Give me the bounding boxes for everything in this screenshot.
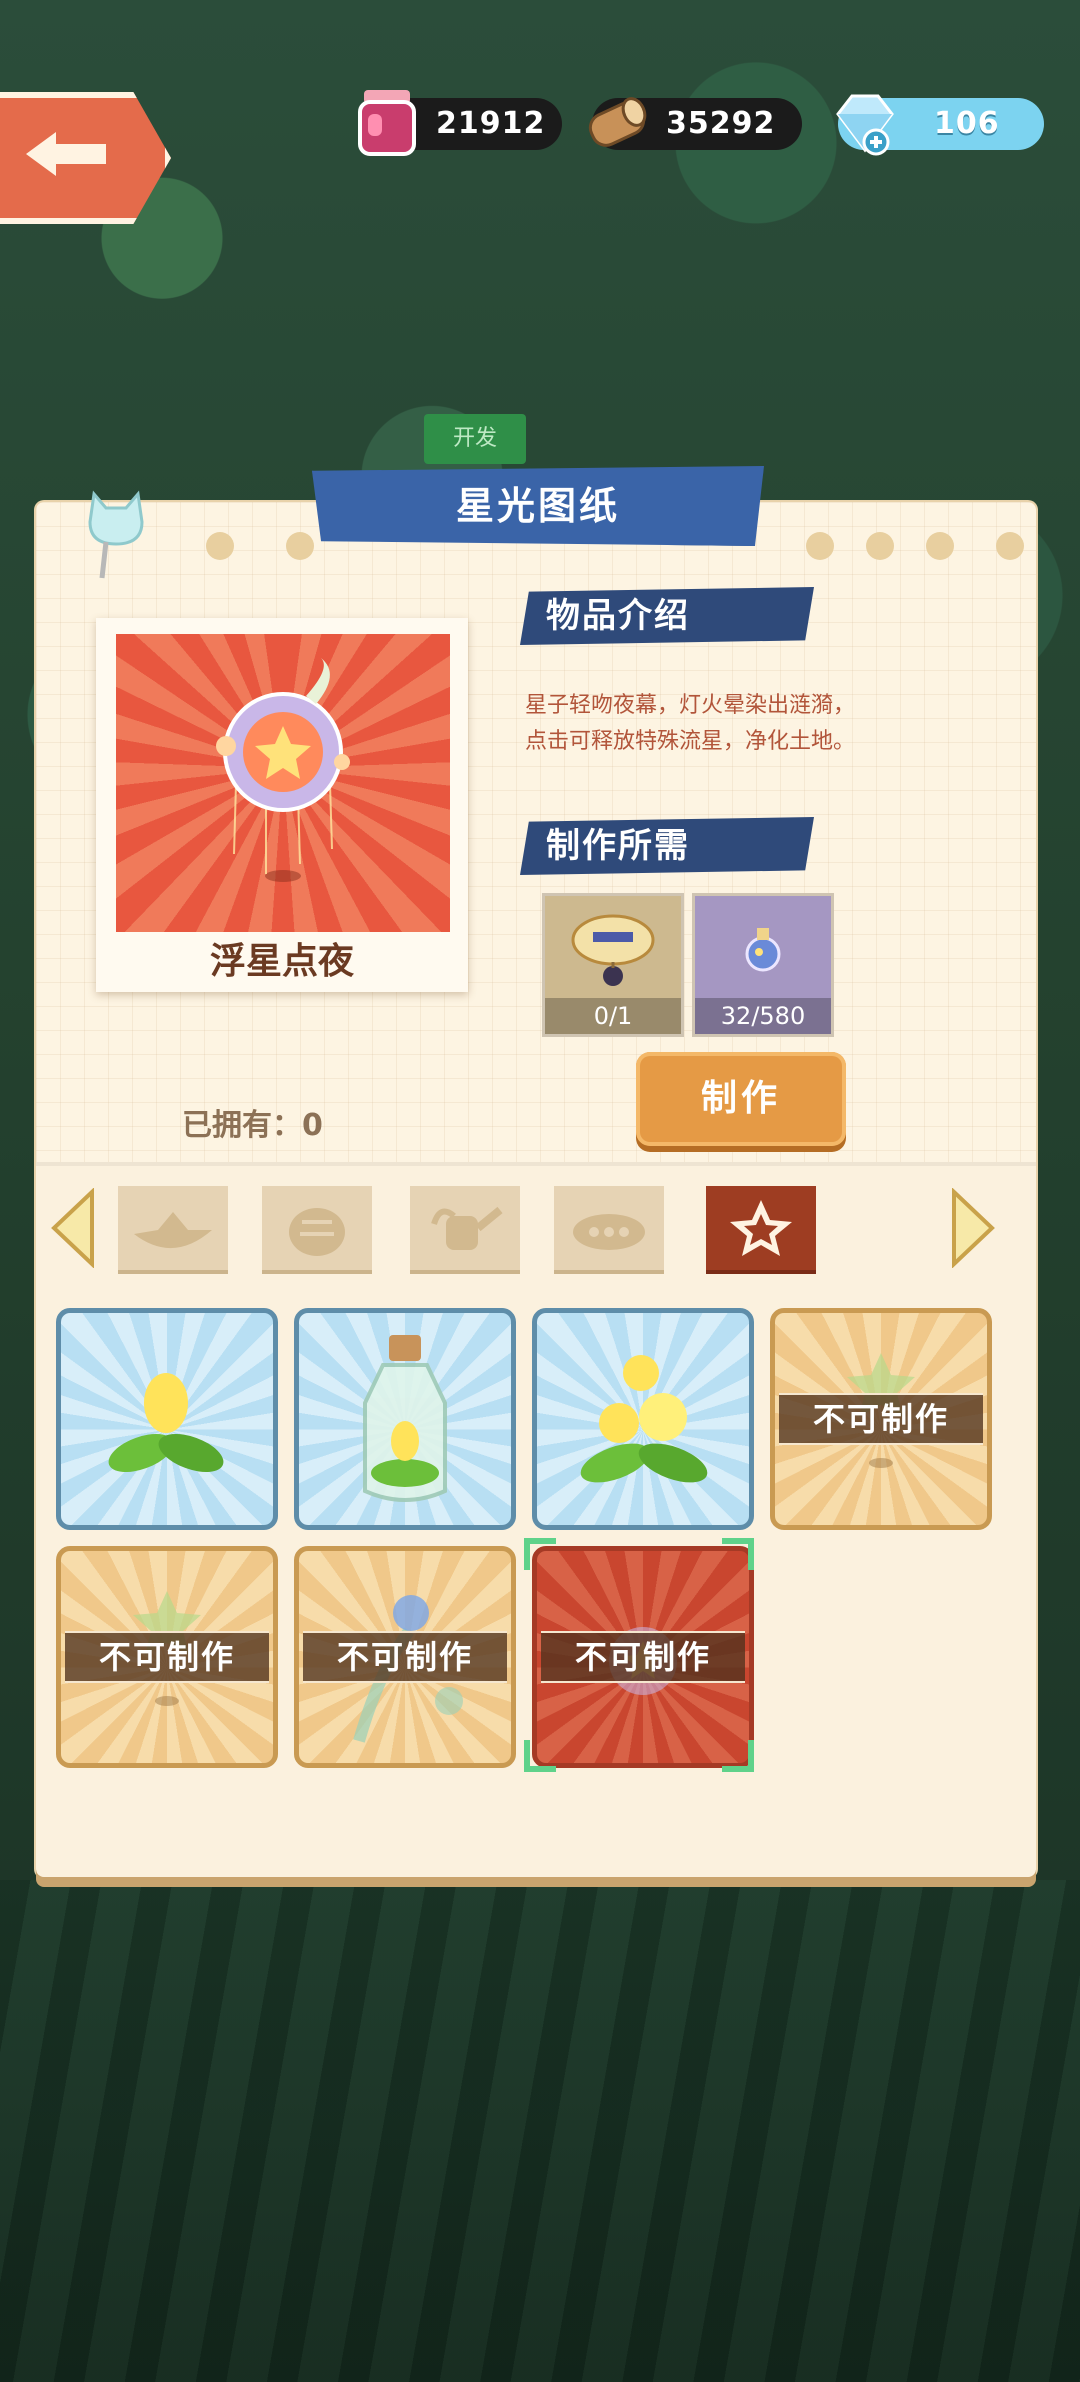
recipe-slot-7[interactable]: 不可制作 (532, 1546, 754, 1768)
recipe-slot-6[interactable]: 不可制作 (294, 1546, 516, 1768)
intro-heading: 物品介绍 (520, 587, 814, 645)
basket-icon (289, 1208, 345, 1256)
star-orb-icon (216, 658, 350, 882)
dev-label[interactable]: 开发 (424, 414, 526, 464)
bottle-sprout-icon (363, 1335, 447, 1502)
lantern-icon (571, 914, 655, 986)
recipe-slot-3[interactable] (532, 1308, 754, 1530)
diamond-icon (836, 94, 894, 156)
material-slot-2[interactable]: 32/580 (692, 893, 834, 1037)
tab-star[interactable] (706, 1186, 816, 1274)
item-description: 星子轻吻夜幕，灯火晕染出涟漪， 点击可释放特殊流星，净化土地。 (525, 688, 985, 760)
tab-boat[interactable] (118, 1186, 228, 1274)
recipe-slot-5[interactable]: 不可制作 (56, 1546, 278, 1768)
recipe-slot-2[interactable] (294, 1308, 516, 1530)
gem-count: 106 (934, 106, 1000, 141)
wood-log-icon (588, 97, 647, 147)
item-preview (116, 634, 450, 932)
recipe-slot-4[interactable]: 不可制作 (770, 1308, 992, 1530)
description-line-2: 点击可释放特殊流星，净化土地。 (525, 729, 856, 754)
jam-count: 21912 (436, 106, 546, 141)
description-line-1: 星子轻吻夜幕，灯火晕染出涟漪， (525, 693, 856, 718)
locked-label: 不可制作 (779, 1393, 983, 1445)
selection-corner (524, 1538, 556, 1570)
wood-resource: 35292 (588, 97, 802, 150)
material-slot-1[interactable]: 0/1 (542, 893, 684, 1037)
tab-basket[interactable] (262, 1186, 372, 1274)
yellow-flowers-icon (580, 1355, 708, 1483)
owned-count: 已拥有：0 (182, 1108, 323, 1143)
selection-corner (722, 1740, 754, 1772)
boat-icon (134, 1212, 212, 1249)
recipe-slot-1[interactable] (56, 1308, 278, 1530)
locked-label: 不可制作 (541, 1631, 745, 1683)
material-count-1: 0/1 (545, 998, 681, 1034)
jam-jar-icon (358, 90, 416, 156)
selected-item-card: 浮星点夜 (96, 618, 468, 992)
tab-prev-arrow[interactable] (48, 1188, 96, 1268)
potion-icon (745, 928, 781, 972)
materials-heading: 制作所需 (520, 817, 814, 875)
selection-corner (524, 1740, 556, 1772)
tab-next-arrow[interactable] (950, 1188, 998, 1268)
jam-resource: 21912 (358, 90, 562, 156)
panel-title: 星光图纸 (312, 466, 764, 546)
make-button[interactable]: 制作 (636, 1052, 846, 1146)
cloud-icon (573, 1214, 645, 1250)
yellow-bud-icon (108, 1373, 224, 1473)
wood-count: 35292 (666, 106, 776, 141)
locked-label: 不可制作 (65, 1631, 269, 1683)
back-arrow-icon (26, 132, 106, 176)
locked-label: 不可制作 (303, 1631, 507, 1683)
cat-clip-icon (88, 490, 144, 579)
tab-cloud[interactable] (554, 1186, 664, 1274)
gem-resource[interactable]: 106 (836, 94, 1044, 156)
tab-watering-can[interactable] (410, 1186, 520, 1274)
selection-corner (722, 1538, 754, 1570)
item-name: 浮星点夜 (209, 941, 354, 982)
material-count-2: 32/580 (695, 998, 831, 1034)
star-icon (730, 1200, 792, 1256)
watering-can-icon (431, 1206, 503, 1250)
